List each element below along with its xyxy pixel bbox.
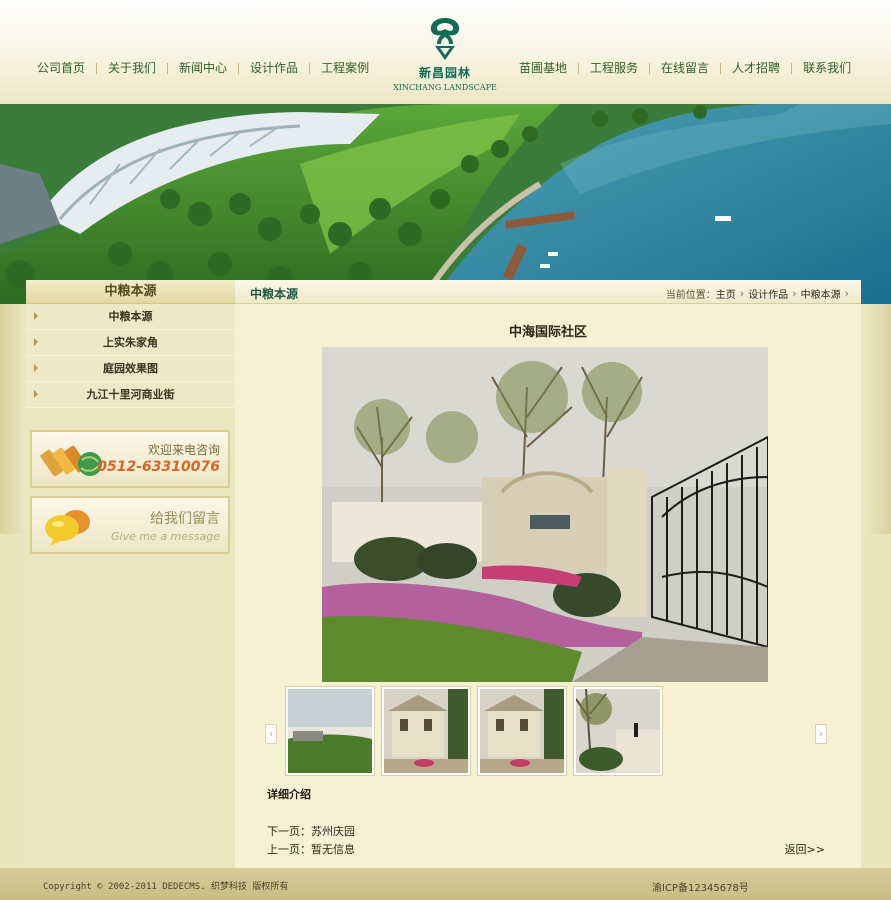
nav-engineering-service[interactable]: 工程服务 bbox=[579, 60, 649, 76]
section-title: 中粮本源 bbox=[250, 287, 299, 301]
right-decoration bbox=[865, 304, 891, 534]
thumbnail-image bbox=[384, 689, 468, 773]
sidebar: 中粮本源 中粮本源 上实朱家角 庭园效果图 九江十里河商业街 欢迎来电咨询 05… bbox=[26, 280, 235, 868]
breadcrumb-prefix: 当前位置： bbox=[665, 290, 716, 301]
chevron-right-icon: › bbox=[739, 287, 745, 300]
nav-home[interactable]: 公司首页 bbox=[26, 60, 96, 76]
nav-about[interactable]: 关于我们 bbox=[97, 60, 167, 76]
sidebar-item-label: 庭园效果图 bbox=[103, 362, 158, 375]
icp-number: 渝ICP备12345678号 bbox=[652, 883, 749, 894]
thumbnail-list bbox=[285, 686, 669, 776]
sidebar-item-shangshi[interactable]: 上实朱家角 bbox=[26, 330, 235, 356]
logo-english-name: XINCHANG LANDSCAPE bbox=[393, 83, 497, 92]
gold-phone-icon bbox=[40, 445, 102, 477]
nav-nursery-base[interactable]: 苗圃基地 bbox=[508, 60, 578, 76]
thumbnail-image bbox=[576, 689, 660, 773]
message-banner-title: 给我们留言 bbox=[150, 511, 220, 527]
content-header: 中粮本源 当前位置： 主页 › 设计作品 › 中粮本源 › bbox=[235, 280, 861, 304]
nav-online-message[interactable]: 在线留言 bbox=[650, 60, 720, 76]
main-nav-left: 公司首页 关于我们 新闻中心 设计作品 工程案例 bbox=[26, 60, 380, 76]
site-logo[interactable]: 新昌园林 XINCHANG LANDSCAPE bbox=[385, 14, 505, 92]
sidebar-item-label: 中粮本源 bbox=[108, 310, 153, 323]
thumbnail-image bbox=[480, 689, 564, 773]
thumbnail-3[interactable] bbox=[477, 686, 567, 776]
sidebar-item-jiujiang[interactable]: 九江十里河商业街 bbox=[26, 382, 235, 408]
sidebar-item-garden-renderings[interactable]: 庭园效果图 bbox=[26, 356, 235, 382]
landscape-banner-image bbox=[0, 104, 891, 304]
prev-page-text: 上一页：暂无信息 bbox=[267, 843, 355, 856]
phone-banner-caption: 欢迎来电咨询 bbox=[147, 443, 220, 457]
hero-banner bbox=[0, 104, 891, 304]
thumbnail-image bbox=[288, 689, 372, 773]
carousel-prev-button[interactable]: ‹ bbox=[265, 724, 277, 744]
thumbnail-4[interactable] bbox=[573, 686, 663, 776]
nav-design-works[interactable]: 设计作品 bbox=[239, 60, 309, 76]
phone-number: 0512-63310076 bbox=[97, 459, 220, 475]
back-link[interactable]: 返回>> bbox=[785, 841, 825, 857]
nav-project-cases[interactable]: 工程案例 bbox=[310, 60, 380, 76]
article-title: 中海国际社区 bbox=[508, 325, 587, 340]
leave-message-banner[interactable]: 给我们留言 Give me a message bbox=[30, 496, 230, 554]
main-content: 中粮本源 当前位置： 主页 › 设计作品 › 中粮本源 › 中海国际社区 ‹ ›… bbox=[235, 280, 861, 868]
phone-consult-banner[interactable]: 欢迎来电咨询 0512-63310076 bbox=[30, 430, 230, 488]
nav-news[interactable]: 新闻中心 bbox=[168, 60, 238, 76]
copyright-text: Copyright © 2002-2011 DEDECMS. 织梦科技 版权所有 bbox=[43, 882, 289, 892]
breadcrumb-design-works[interactable]: 设计作品 bbox=[748, 286, 788, 301]
logo-chinese-name: 新昌园林 bbox=[418, 66, 471, 80]
nav-contact[interactable]: 联系我们 bbox=[792, 60, 862, 76]
sidebar-menu: 中粮本源 上实朱家角 庭园效果图 九江十里河商业街 bbox=[26, 304, 235, 408]
detail-heading: 详细介绍 bbox=[267, 788, 311, 801]
arrow-right-icon bbox=[34, 364, 38, 372]
site-footer: Copyright © 2002-2011 DEDECMS. 织梦科技 版权所有… bbox=[0, 868, 891, 900]
sidebar-title: 中粮本源 bbox=[26, 280, 235, 304]
arrow-right-icon bbox=[34, 338, 38, 346]
left-decoration bbox=[0, 304, 26, 534]
message-banner-subtitle: Give me a message bbox=[110, 530, 220, 543]
thumbnail-carousel: ‹ › bbox=[265, 686, 831, 778]
thumbnail-2[interactable] bbox=[381, 686, 471, 776]
breadcrumb-home[interactable]: 主页 bbox=[716, 286, 736, 301]
sidebar-item-label: 上实朱家角 bbox=[103, 336, 158, 349]
arrow-right-icon bbox=[34, 390, 38, 398]
sidebar-item-label: 九江十里河商业街 bbox=[86, 388, 175, 401]
nav-jobs[interactable]: 人才招聘 bbox=[721, 60, 791, 76]
thumbnail-1[interactable] bbox=[285, 686, 375, 776]
chevron-right-icon: › bbox=[844, 287, 849, 300]
arrow-right-icon bbox=[34, 312, 38, 320]
site-header: 公司首页 关于我们 新闻中心 设计作品 工程案例 新昌园林 XINCHANG L… bbox=[0, 0, 891, 104]
breadcrumb: 当前位置： 主页 › 设计作品 › 中粮本源 › bbox=[666, 286, 853, 301]
chat-bubbles-icon bbox=[45, 510, 90, 546]
next-page-link[interactable]: 下一页：苏州庆园 bbox=[267, 823, 355, 839]
tree-logo-icon bbox=[430, 18, 460, 60]
chevron-right-icon: › bbox=[792, 287, 797, 300]
main-nav-right: 苗圃基地 工程服务 在线留言 人才招聘 联系我们 bbox=[508, 60, 862, 76]
sidebar-item-zhongliang[interactable]: 中粮本源 bbox=[26, 304, 235, 330]
carousel-next-button[interactable]: › bbox=[815, 724, 827, 744]
breadcrumb-current[interactable]: 中粮本源 bbox=[801, 286, 841, 301]
project-main-photo[interactable] bbox=[322, 347, 768, 682]
